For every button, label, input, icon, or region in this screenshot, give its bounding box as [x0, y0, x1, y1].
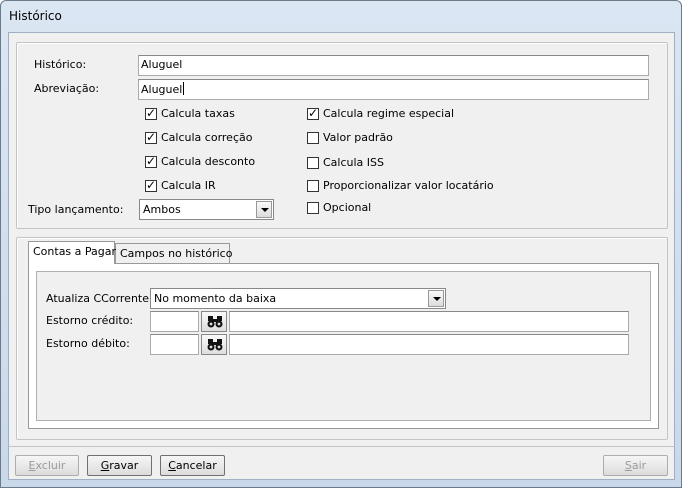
estorno-debito-label: Estorno débito: — [46, 337, 130, 350]
abreviacao-label: Abreviação: — [34, 82, 100, 95]
historico-label: Histórico: — [34, 58, 87, 71]
checkmark-icon: ✓ — [146, 154, 157, 168]
checkmark-icon: ✓ — [146, 130, 157, 144]
chevron-down-icon[interactable] — [256, 201, 272, 218]
atualiza-ccorrente-select[interactable]: No momento da baixa — [150, 288, 446, 309]
tab-panel-content: Atualiza CCorrente: No momento da baixa … — [36, 271, 651, 421]
estorno-credito-code-input[interactable] — [150, 311, 199, 332]
tab-campos-no-historico[interactable]: Campos no histórico — [115, 243, 232, 264]
window-title: Histórico — [9, 9, 62, 23]
tabs-group: Contas a Pagar Campos no histórico Atual… — [16, 237, 668, 440]
text-caret — [183, 82, 185, 95]
estorno-debito-desc-input[interactable] — [229, 334, 629, 355]
general-group: Histórico: Aluguel Abreviação: Aluguel ✓… — [16, 42, 668, 229]
checkmark-icon: ✓ — [146, 106, 157, 120]
estorno-debito-code-input[interactable] — [150, 334, 199, 355]
checkbox-box — [307, 132, 319, 144]
estorno-credito-label: Estorno crédito: — [46, 314, 134, 327]
estorno-credito-desc-input[interactable] — [229, 311, 629, 332]
checkbox-box — [307, 157, 319, 169]
tab-contas-a-pagar[interactable]: Contas a Pagar — [28, 241, 116, 264]
estorno-credito-search-button[interactable] — [201, 311, 227, 332]
estorno-debito-search-button[interactable] — [201, 334, 227, 355]
binoculars-icon — [207, 339, 223, 351]
chevron-down-icon[interactable] — [428, 290, 444, 307]
excluir-button[interactable]: Excluir — [15, 455, 79, 476]
checkbox-box: ✓ — [307, 106, 319, 120]
tipo-lancamento-label: Tipo lançamento: — [28, 203, 124, 216]
title-bar[interactable]: Histórico — [1, 1, 681, 31]
binoculars-icon — [207, 316, 223, 328]
checkbox-box — [307, 202, 319, 214]
tab-panel: Atualiza CCorrente: No momento da baixa … — [28, 263, 659, 429]
checkbox-box: ✓ — [145, 106, 157, 120]
dialog-client-area: Histórico: Aluguel Abreviação: Aluguel ✓… — [8, 32, 675, 480]
checkmark-icon: ✓ — [146, 178, 157, 192]
button-bar-separator — [9, 446, 674, 447]
gravar-button[interactable]: Gravar — [87, 455, 152, 476]
tipo-lancamento-select[interactable]: Ambos — [139, 199, 274, 220]
checkbox-box: ✓ — [145, 178, 157, 192]
dialog-window: Histórico Histórico: Aluguel Abreviação:… — [0, 0, 682, 488]
checkbox-box — [307, 180, 319, 192]
checkbox-box: ✓ — [145, 154, 157, 168]
abreviacao-input[interactable]: Aluguel — [138, 79, 649, 100]
checkbox-box: ✓ — [145, 130, 157, 144]
historico-input[interactable]: Aluguel — [138, 55, 649, 76]
sair-button[interactable]: Sair — [603, 455, 668, 476]
checkmark-icon: ✓ — [308, 106, 319, 120]
cancelar-button[interactable]: Cancelar — [160, 455, 225, 476]
atualiza-ccorrente-label: Atualiza CCorrente: — [46, 292, 153, 305]
